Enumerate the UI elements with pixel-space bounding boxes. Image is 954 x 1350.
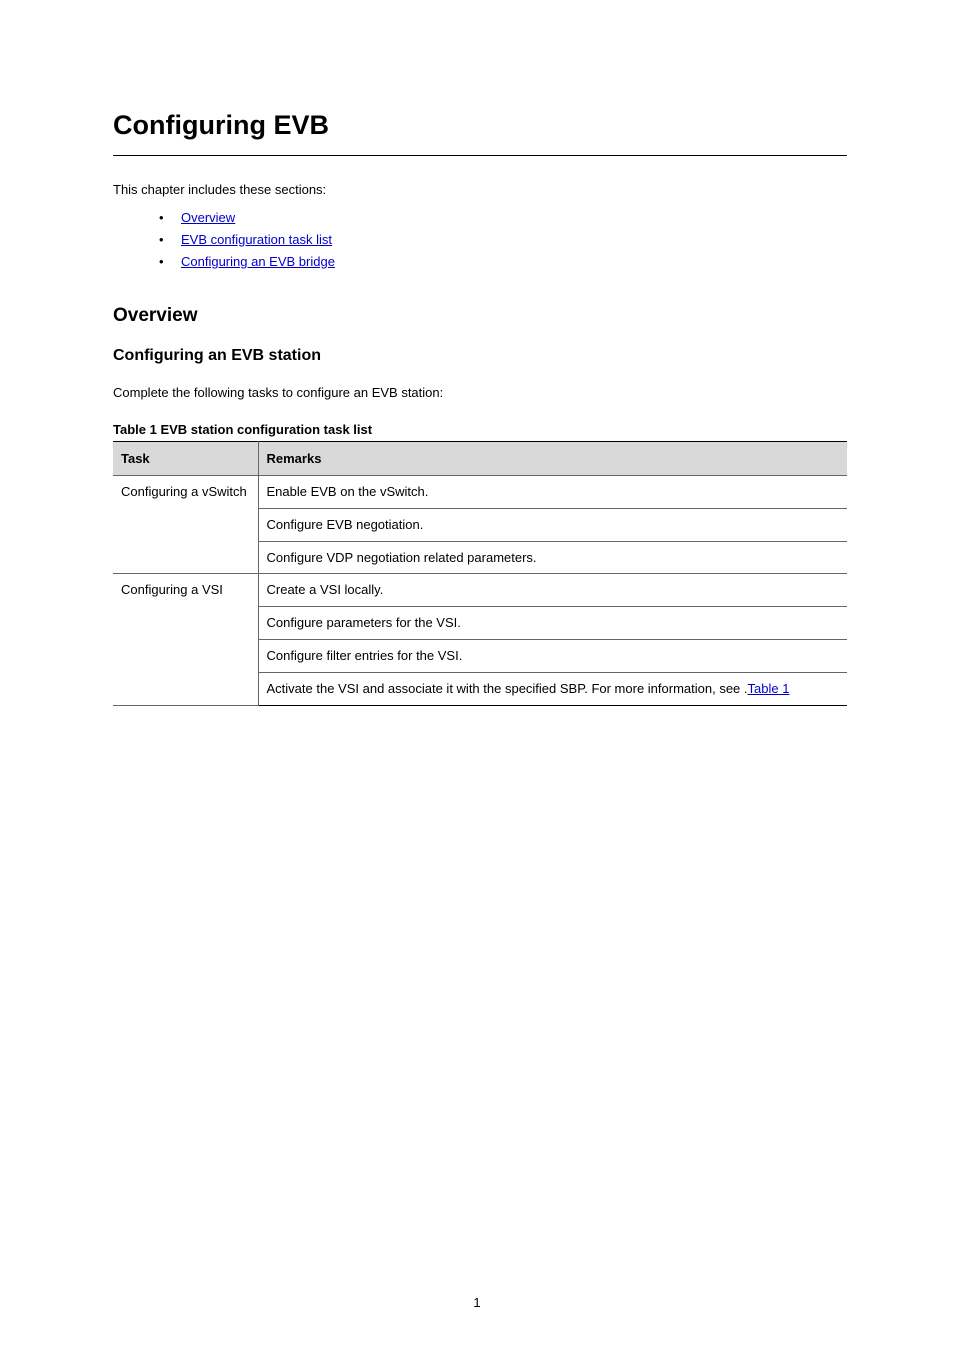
table-header-task: Task (113, 441, 258, 475)
cell-remark: Configure filter entries for the VSI. (258, 640, 847, 673)
title-divider (113, 155, 847, 156)
toc-link-task-list[interactable]: EVB configuration task list (181, 232, 332, 247)
subsection-configuring-station: Configuring an EVB station (113, 347, 847, 365)
page-title: Configuring EVB (113, 110, 847, 141)
cell-text-pre: Activate the VSI and associate it with t… (267, 681, 720, 696)
cell-group-vswitch: Configuring a vSwitch (113, 475, 258, 574)
table-row: Configuring a VSI Create a VSI locally. (113, 574, 847, 607)
cell-remark: Configure VDP negotiation related parame… (258, 541, 847, 574)
table-header-remarks: Remarks (258, 441, 847, 475)
page-number: 1 (0, 1295, 954, 1310)
table-header-row: Task Remarks (113, 441, 847, 475)
config-table: Task Remarks Configuring a vSwitch Enabl… (113, 441, 847, 706)
page: Configuring EVB This chapter includes th… (0, 0, 954, 1350)
cell-remark: Configure parameters for the VSI. (258, 607, 847, 640)
station-intro-paragraph: Complete the following tasks to configur… (113, 383, 847, 404)
toc-link-overview[interactable]: Overview (181, 210, 235, 225)
cell-group-vsi: Configuring a VSI (113, 574, 258, 705)
toc-item-overview: Overview (159, 207, 847, 229)
toc-link-bridge[interactable]: Configuring an EVB bridge (181, 254, 335, 269)
toc-item-bridge: Configuring an EVB bridge (159, 251, 847, 273)
table-caption: Table 1 EVB station configuration task l… (113, 422, 847, 437)
intro-text: This chapter includes these sections: (113, 180, 847, 201)
toc-list: Overview EVB configuration task list Con… (159, 207, 847, 273)
cell-remark: Configure EVB negotiation. (258, 508, 847, 541)
table-inline-link[interactable]: Table 1 (748, 681, 790, 696)
section-overview: Overview (113, 305, 847, 327)
table-row: Configuring a vSwitch Enable EVB on the … (113, 475, 847, 508)
cell-text-post: see . (719, 681, 747, 696)
cell-remark: Create a VSI locally. (258, 574, 847, 607)
cell-remark-with-link: Activate the VSI and associate it with t… (258, 672, 847, 705)
toc-item-task-list: EVB configuration task list (159, 229, 847, 251)
cell-remark: Enable EVB on the vSwitch. (258, 475, 847, 508)
